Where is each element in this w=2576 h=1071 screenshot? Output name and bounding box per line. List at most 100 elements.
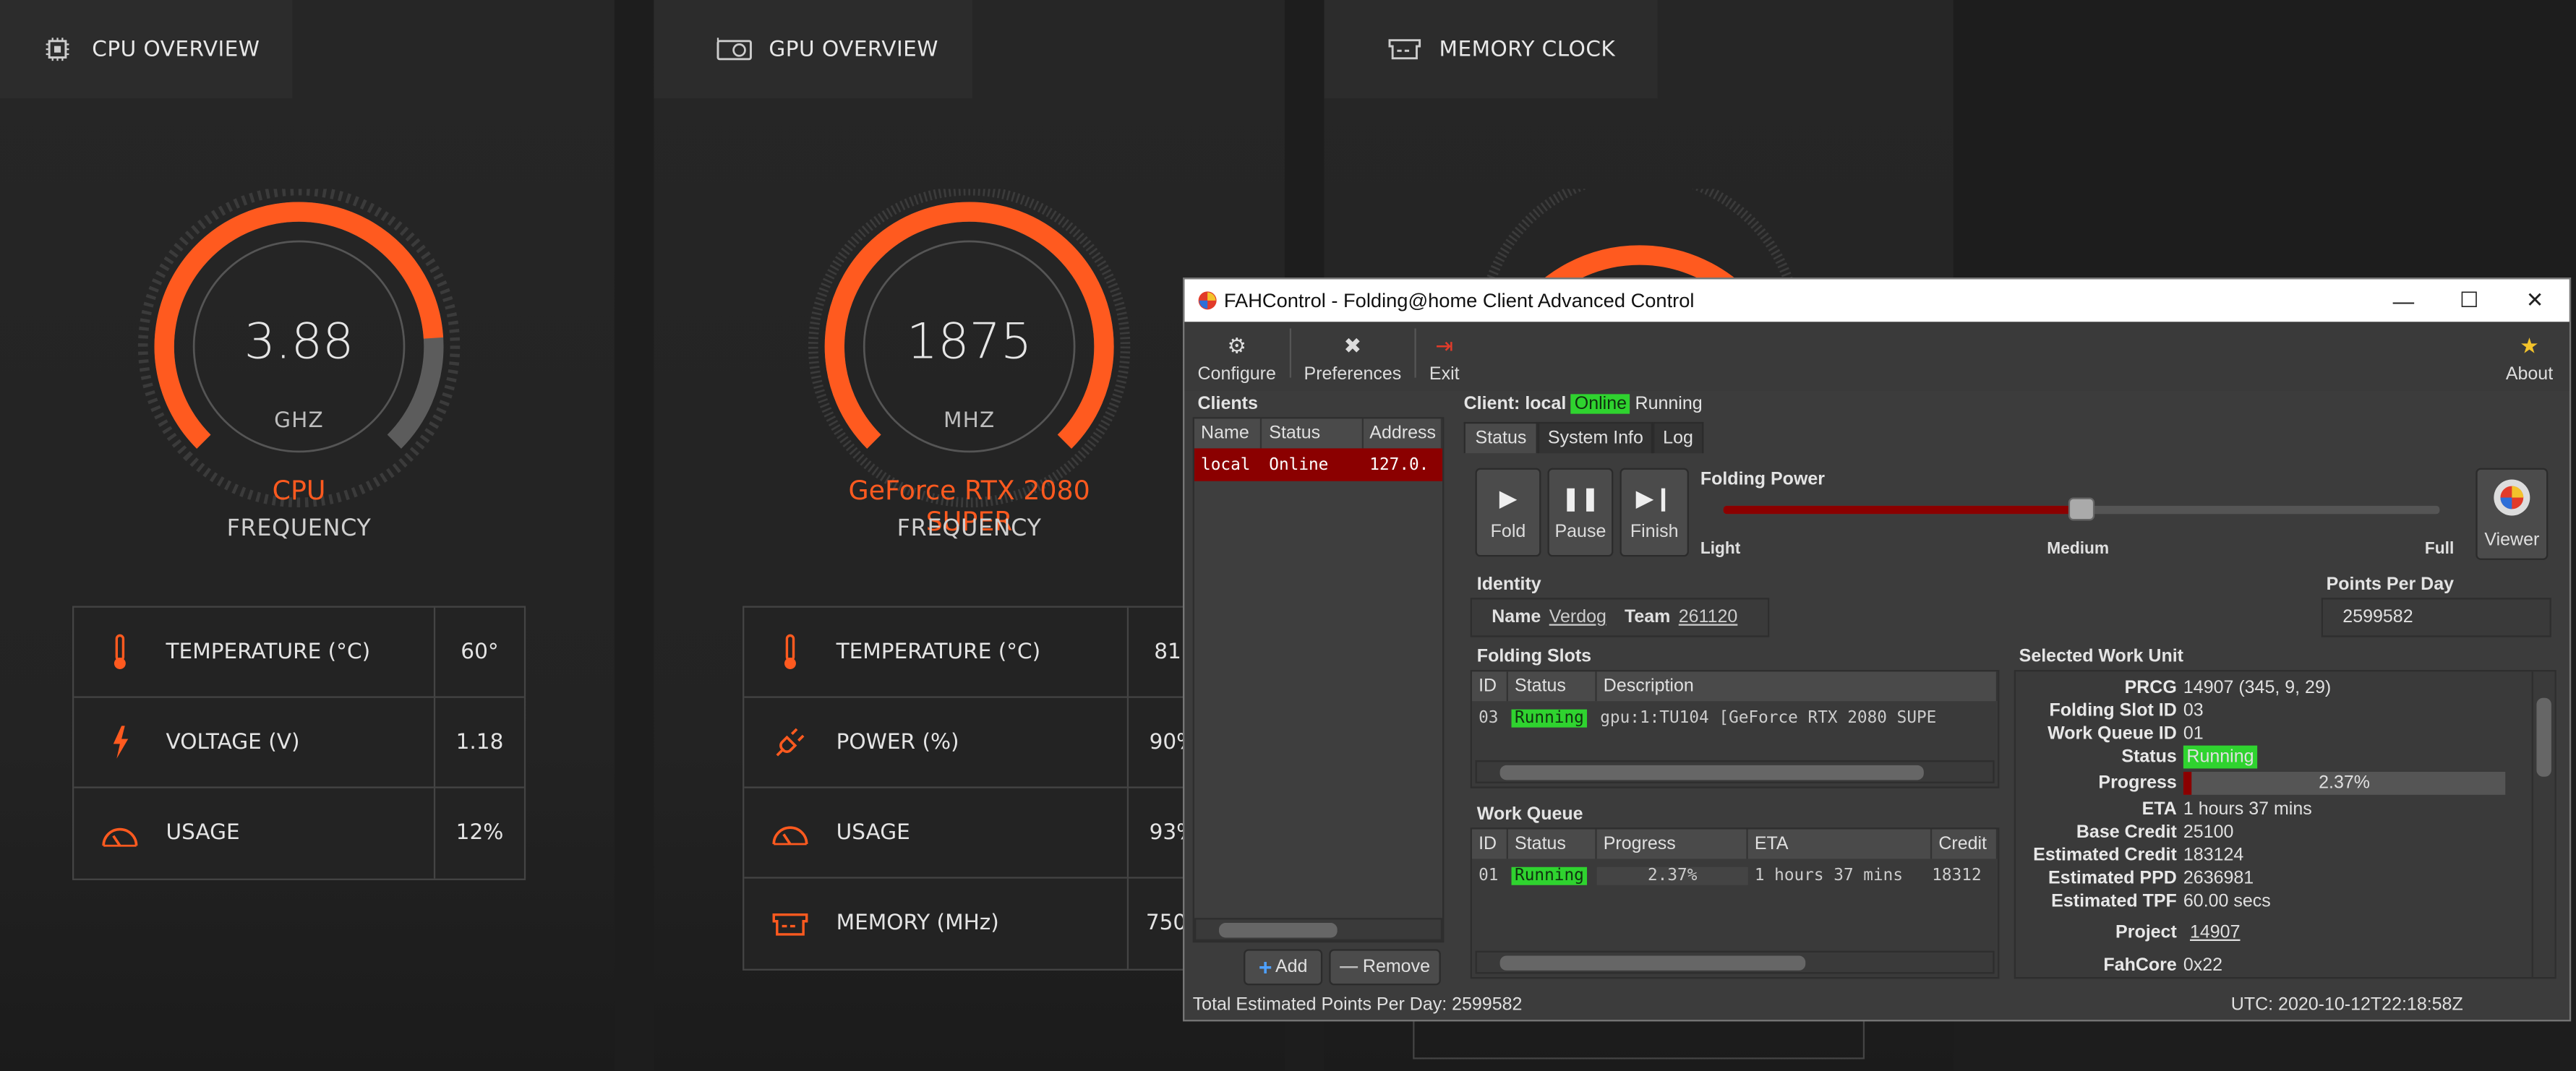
queue-horizontal-scrollbar[interactable] (1475, 950, 1995, 974)
queue-row[interactable]: 01 Running 2.37% 1 hours 37 mins 18312 (1472, 859, 1998, 891)
folding-slots-heading: Folding Slots (1476, 647, 1592, 667)
identity-heading: Identity (1476, 575, 1541, 595)
column-header[interactable]: ETA (1747, 829, 1933, 859)
column-header[interactable]: Progress (1596, 829, 1748, 859)
tab-gpu-overview[interactable]: GPU OVERVIEW (654, 0, 973, 99)
name-value[interactable]: Verdog (1549, 608, 1606, 627)
finish-button[interactable]: ▶❙ Finish (1619, 468, 1689, 557)
gauge-subtitle: FREQUENCY (226, 515, 372, 542)
gears-icon: ⚙ (1227, 333, 1246, 358)
client-header: Client: local Online Running (1463, 394, 1703, 414)
folding-at-home-logo-icon (1198, 291, 1218, 310)
scrollbar-thumb[interactable] (1499, 955, 1806, 971)
fold-button[interactable]: ▶ Fold (1475, 468, 1541, 557)
remove-client-button[interactable]: — Remove (1329, 949, 1441, 986)
column-header[interactable]: Address (1363, 418, 1443, 449)
window-title: FAHControl - Folding@home Client Advance… (1223, 288, 1695, 312)
wu-progress: Progress 2.37% (2016, 771, 2554, 795)
column-header[interactable]: ID (1471, 829, 1508, 859)
stat-row-memory: MEMORY (MHz) 7500 (744, 878, 1217, 969)
minus-icon: — (1340, 957, 1358, 978)
pause-button[interactable]: ❚❚ Pause (1547, 468, 1614, 557)
tab-system-info[interactable]: System Info (1538, 421, 1653, 454)
minimize-icon[interactable]: — (2371, 279, 2436, 322)
scrollbar-thumb[interactable] (1219, 923, 1338, 938)
column-header[interactable]: Credit (1932, 829, 1998, 859)
tab-memory-clock[interactable]: MEMORY CLOCK (1324, 0, 1658, 99)
preferences-label: Preferences (1304, 364, 1402, 384)
column-header[interactable]: ID (1471, 671, 1508, 702)
work-queue-heading: Work Queue (1476, 804, 1583, 825)
client-tabs: Status System Info Log (1463, 421, 1703, 454)
wu-eta: ETA 1 hours 37 mins (2141, 799, 2312, 820)
tab-label: MEMORY CLOCK (1439, 37, 1616, 62)
power-light-label: Light (1700, 540, 1741, 559)
wu-est-tpf: Estimated TPF 60.00 secs (2051, 891, 2271, 912)
add-client-button[interactable]: + Add (1244, 949, 1323, 986)
client-online-badge: Online (1571, 394, 1630, 414)
column-header[interactable]: Name (1194, 418, 1263, 449)
wu-est-credit: Estimated Credit 183124 (2033, 846, 2244, 866)
tab-cpu-overview[interactable]: CPU OVERVIEW (0, 0, 293, 99)
column-header[interactable]: Status (1507, 671, 1597, 702)
queue-progress: 2.37% (1596, 866, 1748, 885)
column-header[interactable]: Status (1507, 829, 1597, 859)
client-row-local[interactable]: local Online 127.0. (1194, 448, 1443, 481)
name-label: Name (1492, 607, 1541, 628)
toolbar-separator (1289, 328, 1291, 378)
cpu-stats-table: TEMPERATURE (°C) 60° VOLTAGE (V) 1.18 US… (72, 606, 526, 880)
scrollbar-thumb[interactable] (1499, 765, 1924, 780)
folding-power-heading: Folding Power (1700, 469, 1826, 490)
stat-row-usage: USAGE 93% (744, 788, 1218, 879)
work-unit-details: PRCG 14907 (345, 9, 29) Folding Slot ID 03… (2014, 670, 2556, 979)
stat-label: USAGE (166, 788, 436, 879)
preferences-button[interactable]: ✖ Preferences (1294, 333, 1411, 384)
team-label: Team (1624, 607, 1671, 628)
tab-label: GPU OVERVIEW (769, 37, 938, 62)
stat-label: TEMPERATURE (°C) (166, 607, 436, 697)
total-ppd-status: Total Estimated Points Per Day: 2599582 (1192, 995, 1523, 1015)
power-plug-icon (744, 724, 836, 760)
slider-handle[interactable] (2068, 497, 2095, 521)
clients-horizontal-scrollbar[interactable] (1194, 918, 1443, 942)
fold-label: Fold (1490, 521, 1526, 541)
column-header[interactable]: Status (1262, 418, 1364, 449)
tab-status[interactable]: Status (1463, 421, 1539, 454)
gauge-unit: MHZ (943, 408, 996, 434)
team-value[interactable]: 261120 (1679, 608, 1738, 627)
progress-text: 2.37% (2319, 773, 2371, 793)
about-button[interactable]: ★ About (2496, 333, 2563, 384)
window-titlebar[interactable]: FAHControl - Folding@home Client Advance… (1184, 279, 2569, 322)
pause-label: Pause (1554, 521, 1606, 541)
add-label: Add (1275, 957, 1308, 978)
ppd-heading: Points Per Day (2326, 575, 2454, 595)
client-label: Client: local (1463, 394, 1567, 414)
lightning-icon (74, 724, 166, 760)
star-icon: ★ (2520, 333, 2539, 358)
wu-progress-bar: 2.37% (2183, 771, 2506, 795)
slots-horizontal-scrollbar[interactable] (1475, 760, 1995, 783)
maximize-icon[interactable]: ☐ (2436, 279, 2502, 322)
stat-row-usage: USAGE 12% (74, 788, 524, 879)
column-header[interactable]: Description (1596, 671, 1998, 702)
work-unit-vertical-scrollbar[interactable] (2531, 671, 2555, 978)
gpu-frequency-gauge: 1875 MHZ GeForce RTX 2080 SUPER FREQUENC… (805, 189, 1133, 550)
tab-log[interactable]: Log (1653, 421, 1703, 454)
gauge-unit: GHZ (274, 408, 324, 434)
wu-slot: Folding Slot ID 03 (2049, 701, 2204, 721)
configure-button[interactable]: ⚙ Configure (1184, 333, 1285, 384)
folding-power-slider[interactable] (1723, 497, 2440, 521)
slot-row[interactable]: 03 Running gpu:1:TU104 [GeForce RTX 2080… (1472, 701, 1998, 734)
wu-base-credit: Base Credit 25100 (2076, 822, 2234, 843)
thermometer-icon (744, 632, 836, 672)
viewer-label: Viewer (2484, 530, 2540, 551)
viewer-button[interactable]: Viewer (2476, 468, 2549, 560)
close-icon[interactable]: ✕ (2502, 279, 2568, 322)
exit-button[interactable]: ⇥ Exit (1419, 333, 1469, 384)
stat-value: 60° (461, 640, 499, 665)
stat-row-temperature: TEMPERATURE (°C) 60° (74, 607, 524, 698)
scrollbar-thumb[interactable] (2536, 697, 2551, 777)
queue-status: Running (1511, 866, 1588, 885)
toolbar-separator (1414, 328, 1416, 378)
about-label: About (2505, 364, 2554, 384)
